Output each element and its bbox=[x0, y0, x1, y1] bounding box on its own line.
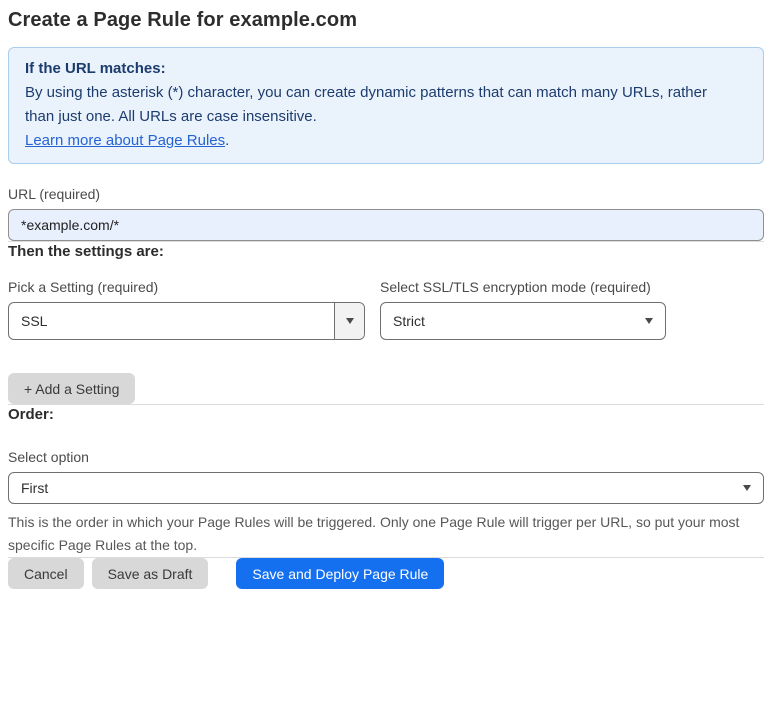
save-draft-button[interactable]: Save as Draft bbox=[91, 558, 209, 589]
page-title: Create a Page Rule for example.com bbox=[8, 9, 358, 31]
caret-down-icon bbox=[345, 318, 354, 324]
caret-down-icon bbox=[743, 485, 751, 491]
url-input[interactable] bbox=[8, 209, 764, 241]
order-select-label: Select option bbox=[8, 449, 89, 465]
mode-select-value: Strict bbox=[393, 313, 425, 329]
save-deploy-button[interactable]: Save and Deploy Page Rule bbox=[236, 558, 445, 589]
url-match-info-box: If the URL matches: By using the asteris… bbox=[8, 47, 764, 164]
info-link-line: Learn more about Page Rules. bbox=[25, 129, 747, 152]
link-suffix: . bbox=[225, 132, 230, 149]
setting-select-group: Pick a Setting (required) SSL bbox=[8, 279, 365, 340]
settings-heading: Then the settings are: bbox=[8, 243, 164, 260]
settings-row: Pick a Setting (required) SSL Select SSL… bbox=[8, 279, 764, 340]
setting-select[interactable]: SSL bbox=[8, 302, 365, 340]
cancel-button[interactable]: Cancel bbox=[8, 558, 84, 589]
caret-down-icon bbox=[645, 318, 653, 324]
url-field-label: URL (required) bbox=[8, 186, 101, 202]
action-buttons-row: Cancel Save as Draft Save and Deploy Pag… bbox=[8, 558, 764, 589]
learn-more-link[interactable]: Learn more about Page Rules bbox=[25, 132, 225, 149]
info-box-body: By using the asterisk (*) character, you… bbox=[25, 84, 707, 125]
info-box-heading: If the URL matches: bbox=[25, 60, 166, 77]
order-heading: Order: bbox=[8, 406, 54, 423]
order-help-text: This is the order in which your Page Rul… bbox=[8, 514, 740, 553]
setting-select-value: SSL bbox=[21, 313, 48, 329]
order-select-value: First bbox=[21, 480, 49, 496]
setting-select-arrow-segment[interactable] bbox=[334, 303, 364, 339]
mode-select-label: Select SSL/TLS encryption mode (required… bbox=[380, 279, 651, 295]
ssl-mode-select[interactable]: Strict bbox=[380, 302, 666, 340]
order-select[interactable]: First bbox=[8, 472, 764, 504]
add-setting-button[interactable]: + Add a Setting bbox=[8, 373, 136, 404]
create-page-rule-form: Create a Page Rule for example.com If th… bbox=[0, 0, 772, 603]
setting-select-label: Pick a Setting (required) bbox=[8, 279, 159, 295]
mode-select-group: Select SSL/TLS encryption mode (required… bbox=[380, 279, 666, 340]
